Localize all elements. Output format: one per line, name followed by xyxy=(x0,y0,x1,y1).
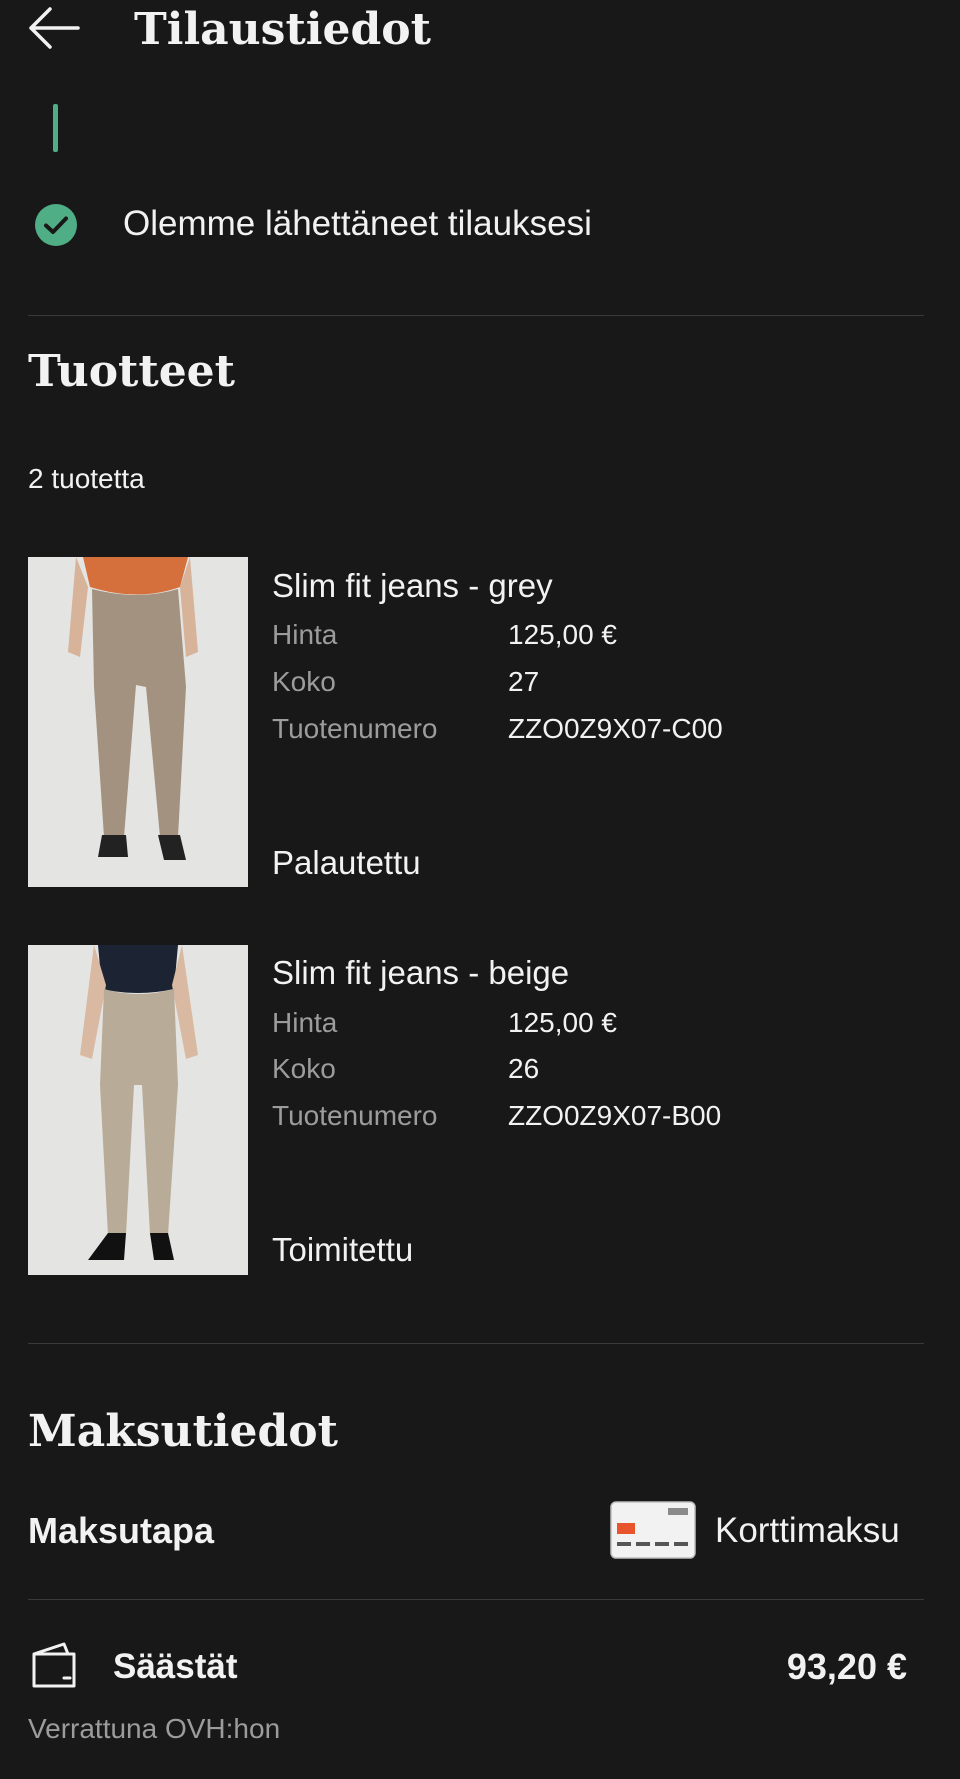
price-label: Hinta xyxy=(272,1007,338,1038)
product-status: Palautettu xyxy=(272,844,421,881)
payment-heading: Maksutiedot xyxy=(28,1406,338,1457)
sku-label: Tuotenumero xyxy=(272,1100,438,1131)
sku-value: ZZO0Z9X07-C00 xyxy=(508,713,723,744)
savings-label: Säästät xyxy=(113,1647,238,1686)
savings-amount: 93,20 € xyxy=(786,1646,907,1687)
page-title: Tilaustiedot xyxy=(134,4,431,55)
price-value: 125,00 € xyxy=(508,619,617,650)
product-name[interactable]: Slim fit jeans - grey xyxy=(272,566,553,606)
divider xyxy=(28,1599,924,1600)
status-timeline-bar xyxy=(53,104,58,152)
size-value: 27 xyxy=(508,666,540,697)
arrow-left-icon xyxy=(29,7,80,49)
size-label: Koko xyxy=(272,1053,336,1084)
product-count: 2 tuotetta xyxy=(28,463,145,494)
payment-method-value: Korttimaksu xyxy=(715,1511,900,1550)
sku-value: ZZO0Z9X07-B00 xyxy=(508,1100,722,1131)
price-label: Hinta xyxy=(272,619,338,650)
divider xyxy=(28,315,924,316)
price-value: 125,00 € xyxy=(508,1007,617,1038)
sku-label: Tuotenumero xyxy=(272,713,438,744)
products-heading: Tuotteet xyxy=(28,346,236,397)
product-name[interactable]: Slim fit jeans - beige xyxy=(272,953,569,993)
product-image[interactable] xyxy=(28,945,248,1275)
size-value: 26 xyxy=(508,1053,540,1084)
check-circle-icon xyxy=(34,203,78,247)
savings-subtext: Verrattuna OVH:hon xyxy=(28,1713,281,1744)
card-icon xyxy=(610,1501,696,1559)
product-status: Toimitettu xyxy=(272,1231,414,1268)
order-status-text: Olemme lähettäneet tilauksesi xyxy=(123,204,592,243)
divider xyxy=(28,1343,924,1344)
product-image[interactable] xyxy=(28,557,248,887)
back-button[interactable] xyxy=(26,6,80,50)
wallet-icon xyxy=(30,1640,80,1690)
payment-method-label: Maksutapa xyxy=(28,1510,215,1551)
size-label: Koko xyxy=(272,666,336,697)
